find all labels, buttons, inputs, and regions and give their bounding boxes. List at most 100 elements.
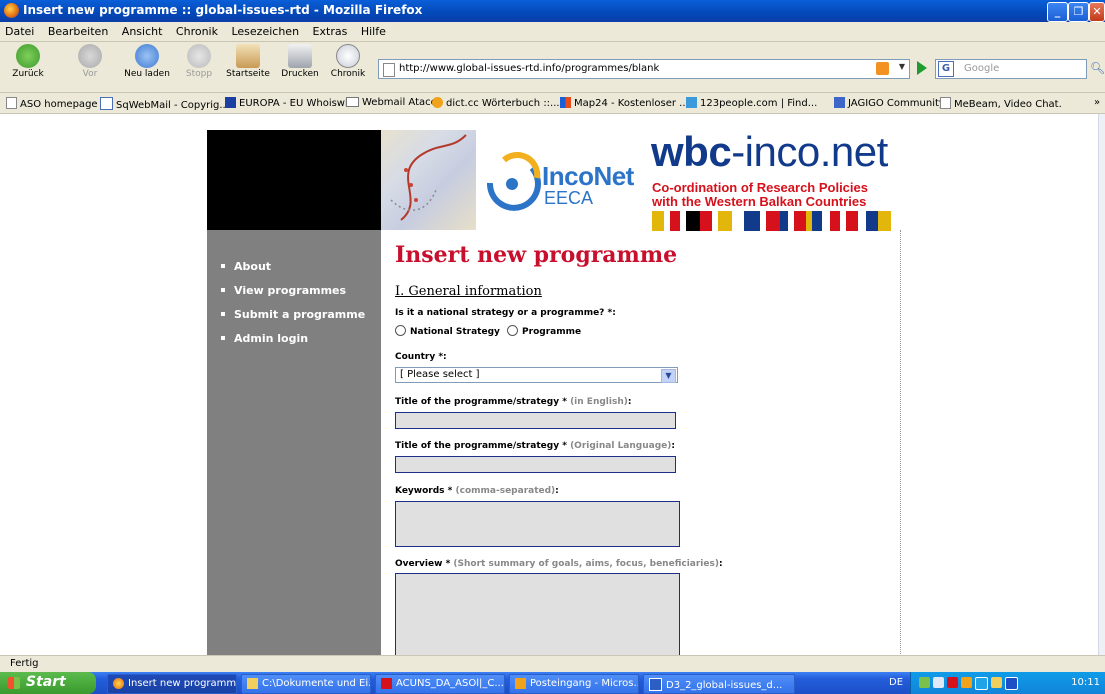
bookmark-label: ASO homepage bbox=[20, 99, 98, 110]
bookmarks-toolbar: ASO homepage SqWebMail - Copyrig... EURO… bbox=[0, 93, 1105, 114]
security-icon[interactable] bbox=[947, 677, 958, 688]
inconet-swirl-icon bbox=[486, 152, 541, 211]
keywords-textarea[interactable] bbox=[395, 501, 680, 547]
update-icon[interactable] bbox=[991, 677, 1002, 688]
go-arrow-icon[interactable] bbox=[917, 61, 927, 75]
nav-view-programmes[interactable]: View programmes bbox=[221, 284, 381, 297]
task-pdf[interactable]: ACUNS_DA_ASOl|_C... bbox=[375, 674, 505, 694]
bullet-icon bbox=[221, 312, 225, 316]
stop-label: Stopp bbox=[185, 69, 213, 79]
task-outlook[interactable]: Posteingang - Micros... bbox=[509, 674, 639, 694]
bookmark-item[interactable]: Webmail Ataco bbox=[346, 97, 437, 108]
task-label: Posteingang - Micros... bbox=[530, 678, 639, 689]
overview-textarea[interactable] bbox=[395, 573, 680, 655]
radio-national-strategy[interactable] bbox=[395, 325, 406, 336]
chevron-down-icon[interactable]: ▼ bbox=[661, 369, 676, 383]
reload-icon bbox=[135, 44, 159, 68]
eu-flag-icon bbox=[225, 97, 236, 108]
forward-button[interactable]: Vor bbox=[70, 44, 110, 79]
network-icon[interactable] bbox=[919, 677, 930, 688]
page-heading: Insert new programme bbox=[395, 242, 678, 268]
title-english-label: Title of the programme/strategy * (in En… bbox=[395, 397, 631, 407]
search-magnifier-icon[interactable]: 🔍︎ bbox=[1090, 61, 1105, 75]
firefox-icon bbox=[113, 678, 124, 689]
nav-label: About bbox=[234, 260, 272, 273]
history-button[interactable]: Chronik bbox=[328, 44, 368, 79]
nav-label: View programmes bbox=[234, 284, 347, 297]
wbc-logo-title: wbc-inco.net bbox=[651, 128, 888, 176]
minimize-button[interactable]: _ bbox=[1047, 2, 1068, 22]
start-label: Start bbox=[26, 674, 66, 690]
bookmarks-overflow-icon[interactable]: » bbox=[1094, 97, 1100, 108]
menu-view[interactable]: Ansicht bbox=[117, 22, 168, 38]
task-label: C:\Dokumente und Ei... bbox=[262, 678, 371, 689]
radio-programme[interactable] bbox=[507, 325, 519, 336]
firefox-icon bbox=[4, 3, 19, 18]
keywords-label: Keywords * (comma-separated): bbox=[395, 486, 559, 496]
clock: 10:11 bbox=[1071, 677, 1100, 688]
nav-about[interactable]: About bbox=[221, 260, 381, 273]
search-placeholder: Google bbox=[964, 63, 1000, 74]
title-english-input[interactable] bbox=[395, 412, 676, 429]
task-word[interactable]: D3_2_global-issues_d... bbox=[643, 674, 795, 694]
label-hint: (comma-separated) bbox=[455, 486, 556, 496]
bookmark-item[interactable]: SqWebMail - Copyrig... bbox=[100, 97, 229, 111]
rss-feed-icon[interactable] bbox=[876, 62, 889, 75]
menu-bar: Datei Bearbeiten Ansicht Chronik Lesezei… bbox=[0, 22, 1105, 42]
page-icon bbox=[383, 63, 395, 77]
type-question-label: Is it a national strategy or a programme… bbox=[395, 308, 616, 318]
reload-label: Neu laden bbox=[124, 69, 170, 79]
jagigo-icon bbox=[834, 97, 845, 108]
bookmark-item[interactable]: MeBeam, Video Chat. bbox=[940, 97, 1062, 110]
page-viewport: IncoNet EECA wbc-inco.net Co-ordination … bbox=[0, 114, 1098, 655]
menu-tools[interactable]: Extras bbox=[308, 22, 353, 38]
menu-edit[interactable]: Bearbeiten bbox=[43, 22, 113, 38]
menu-history[interactable]: Chronik bbox=[171, 22, 223, 38]
bookmark-item[interactable]: EUROPA - EU Whoiswho bbox=[225, 97, 357, 109]
title-original-input[interactable] bbox=[395, 456, 676, 473]
print-button[interactable]: Drucken bbox=[280, 44, 320, 79]
map-icon bbox=[560, 97, 571, 108]
stop-button[interactable]: Stopp bbox=[182, 44, 216, 79]
tray-icons bbox=[919, 677, 1018, 690]
volume-icon[interactable] bbox=[933, 677, 944, 688]
menu-file[interactable]: Datei bbox=[0, 22, 39, 38]
task-firefox[interactable]: Insert new programm... bbox=[107, 674, 237, 694]
window-titlebar: Insert new programme :: global-issues-rt… bbox=[0, 0, 1105, 22]
menu-bookmarks[interactable]: Lesezeichen bbox=[226, 22, 304, 38]
reload-button[interactable]: Neu laden bbox=[124, 44, 170, 79]
nav-admin-login[interactable]: Admin login bbox=[221, 332, 381, 345]
maximize-button[interactable]: ❐ bbox=[1068, 2, 1089, 22]
task-explorer[interactable]: C:\Dokumente und Ei... bbox=[241, 674, 371, 694]
url-bar[interactable]: http://www.global-issues-rtd.info/progra… bbox=[378, 59, 910, 79]
bookmark-item[interactable]: ASO homepage bbox=[6, 97, 98, 110]
home-button[interactable]: Startseite bbox=[225, 44, 271, 79]
bookmark-item[interactable]: dict.cc Wörterbuch ::... bbox=[432, 97, 560, 109]
search-input[interactable]: G Google bbox=[935, 59, 1087, 79]
header-black-panel bbox=[207, 130, 381, 230]
google-icon[interactable]: G bbox=[938, 61, 954, 77]
folder-icon bbox=[247, 678, 258, 689]
vertical-scrollbar[interactable] bbox=[1098, 114, 1105, 655]
bookmark-item[interactable]: Map24 - Kostenloser ... bbox=[560, 97, 689, 109]
start-button[interactable]: Start bbox=[0, 672, 96, 694]
bookmark-label: EUROPA - EU Whoiswho bbox=[239, 98, 358, 109]
nav-submit-programme[interactable]: Submit a programme bbox=[221, 308, 381, 321]
country-select[interactable]: [ Please select ] ▼ bbox=[395, 367, 678, 383]
skype-icon[interactable] bbox=[975, 677, 988, 690]
bluetooth-icon[interactable] bbox=[1005, 677, 1018, 690]
antivirus-icon[interactable] bbox=[961, 677, 972, 688]
menu-help[interactable]: Hilfe bbox=[356, 22, 391, 38]
bookmark-item[interactable]: 123people.com | Find... bbox=[686, 97, 817, 109]
bookmark-item[interactable]: JAGIGO Community bbox=[834, 97, 945, 109]
back-button[interactable]: Zurück bbox=[8, 44, 48, 79]
home-label: Startseite bbox=[226, 69, 270, 79]
status-bar: Fertig bbox=[0, 655, 1105, 672]
url-dropdown-icon[interactable]: ▼ bbox=[899, 62, 905, 71]
label-colon: : bbox=[627, 397, 632, 407]
language-indicator[interactable]: DE bbox=[889, 677, 903, 688]
url-text: http://www.global-issues-rtd.info/progra… bbox=[399, 63, 660, 74]
window-title: Insert new programme :: global-issues-rt… bbox=[23, 3, 423, 17]
back-label: Zurück bbox=[12, 69, 44, 79]
close-button[interactable]: ✕ bbox=[1089, 2, 1105, 22]
